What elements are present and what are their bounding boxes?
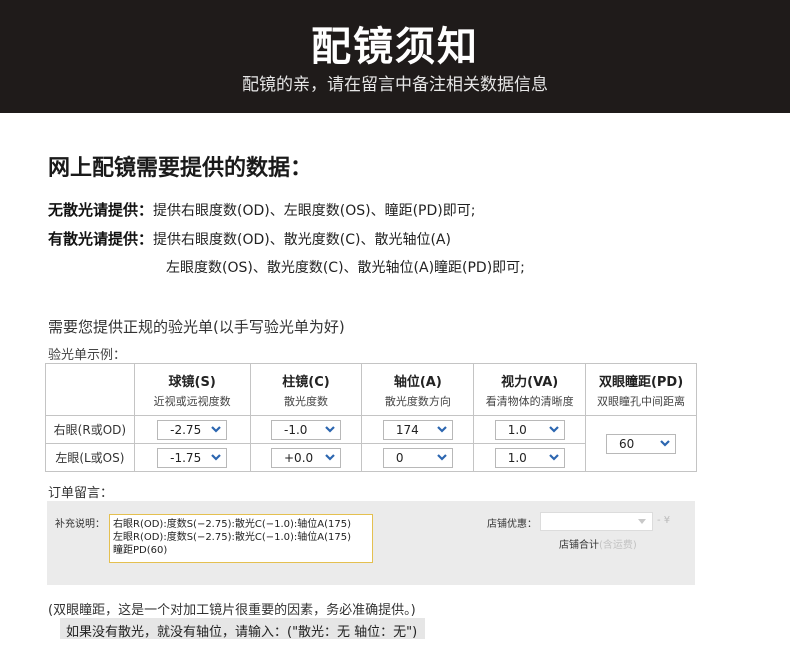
store-total: 店铺合计(含运费) (559, 536, 637, 551)
sphere-select-right[interactable]: -2.75 (157, 419, 228, 440)
rule-astigmatism-cont: 左眼度数(OS)、散光度数(C)、散光轴位(A)瞳距(PD)即可; (166, 257, 525, 277)
order-message-panel: 补充说明： 右眼R(OD):度数S(−2.75):散光C(−1.0):轴位A(1… (47, 501, 695, 585)
va-select-right[interactable]: 1.0 (494, 419, 565, 440)
coupon-amount: - ¥ (657, 515, 671, 526)
select-value: 60 (619, 436, 635, 451)
rule-text: 提供右眼度数(OD)、散光度数(C)、散光轴位(A) (153, 232, 451, 248)
rule-text: 提供右眼度数(OD)、左眼度数(OS)、瞳距(PD)即可; (153, 203, 476, 219)
cylinder-select-left[interactable]: +0.0 (271, 447, 341, 468)
table-row-right-eye: 右眼(R或OD) -2.75 -1.0 174 1.0 60 (45, 415, 697, 472)
chevron-down-icon (547, 451, 561, 465)
sphere-select-left[interactable]: -1.75 (157, 447, 228, 468)
note-label: 补充说明： (55, 519, 105, 530)
select-value: 1.0 (507, 450, 527, 465)
chevron-down-icon (435, 423, 449, 437)
pd-note: (双眼瞳距，这是一个对加工镜片很重要的因素，务必准确提供。) (48, 603, 416, 618)
eye-label: 右眼(R或OD) (45, 415, 135, 444)
page-title: 配镜须知 (311, 24, 479, 70)
axis-select-right[interactable]: 174 (382, 419, 453, 440)
cylinder-select-right[interactable]: -1.0 (271, 419, 341, 440)
table-header-row: 球镜(S) 近视或远视度数 柱镜(C) 散光度数 轴位(A) 散光度数方向 视力(VA… (45, 363, 697, 416)
chevron-down-icon (658, 437, 672, 451)
rule-astigmatism: 有散光请提供：提供右眼度数(OD)、散光度数(C)、散光轴位(A) (48, 228, 451, 249)
prescription-table: 球镜(S) 近视或远视度数 柱镜(C) 散光度数 轴位(A) 散光度数方向 视力(VA… (45, 363, 697, 472)
header-cylinder: 柱镜(C) 散光度数 (249, 363, 363, 416)
store-total-note: (含运费) (599, 540, 637, 551)
header-sphere: 球镜(S) 近视或远视度数 (133, 363, 251, 416)
chevron-down-icon (209, 423, 223, 437)
rule-text: 左眼度数(OS)、散光度数(C)、散光轴位(A)瞳距(PD)即可; (166, 260, 525, 276)
rule-no-astigmatism: 无散光请提供：提供右眼度数(OD)、左眼度数(OS)、瞳距(PD)即可; (48, 199, 475, 220)
section-heading: 网上配镜需要提供的数据： (48, 156, 313, 181)
select-value: -1.0 (284, 422, 308, 437)
page-subtitle: 配镜的亲，请在留言中备注相关数据信息 (242, 75, 548, 95)
request-text: 需要您提供正规的验光单(以手写验光单为好) (48, 318, 345, 336)
caret-down-icon (638, 519, 646, 524)
no-astigmatism-instruction: 如果没有散光，就没有轴位，请输入：("散光：无 轴位：无") (60, 618, 426, 640)
chevron-down-icon (547, 423, 561, 437)
select-value: 1.0 (507, 422, 527, 437)
note-textarea[interactable]: 右眼R(OD):度数S(−2.75):散光C(−1.0):轴位A(175) 左眼… (109, 514, 373, 563)
va-select-left[interactable]: 1.0 (494, 447, 565, 468)
store-total-label: 店铺合计 (559, 540, 599, 551)
header-va: 视力(VA) 看清物体的清晰度 (473, 363, 587, 416)
rule-label: 有散光请提供： (48, 230, 154, 248)
chevron-down-icon (323, 423, 337, 437)
header-empty (45, 363, 135, 416)
order-message-label: 订单留言： (48, 486, 114, 501)
axis-select-left[interactable]: 0 (382, 447, 453, 468)
header-banner: 配镜须知 配镜的亲，请在留言中备注相关数据信息 (0, 0, 790, 113)
sample-label: 验光单示例： (48, 348, 127, 363)
header-axis: 轴位(A) 散光度数方向 (361, 363, 475, 416)
select-value: +0.0 (284, 450, 314, 465)
chevron-down-icon (435, 451, 449, 465)
chevron-down-icon (209, 451, 223, 465)
coupon-select[interactable] (540, 512, 653, 531)
chevron-down-icon (323, 451, 337, 465)
header-pd: 双眼瞳距(PD) 双眼瞳孔中间距离 (585, 363, 697, 416)
select-value: 0 (395, 450, 404, 465)
eye-label: 左眼(L或OS) (45, 443, 135, 472)
select-value: -1.75 (170, 450, 202, 465)
pd-select[interactable]: 60 (606, 433, 677, 454)
select-value: -2.75 (170, 422, 202, 437)
select-value: 174 (395, 422, 419, 437)
coupon-label: 店铺优惠： (487, 519, 537, 530)
rule-label: 无散光请提供： (48, 201, 154, 219)
